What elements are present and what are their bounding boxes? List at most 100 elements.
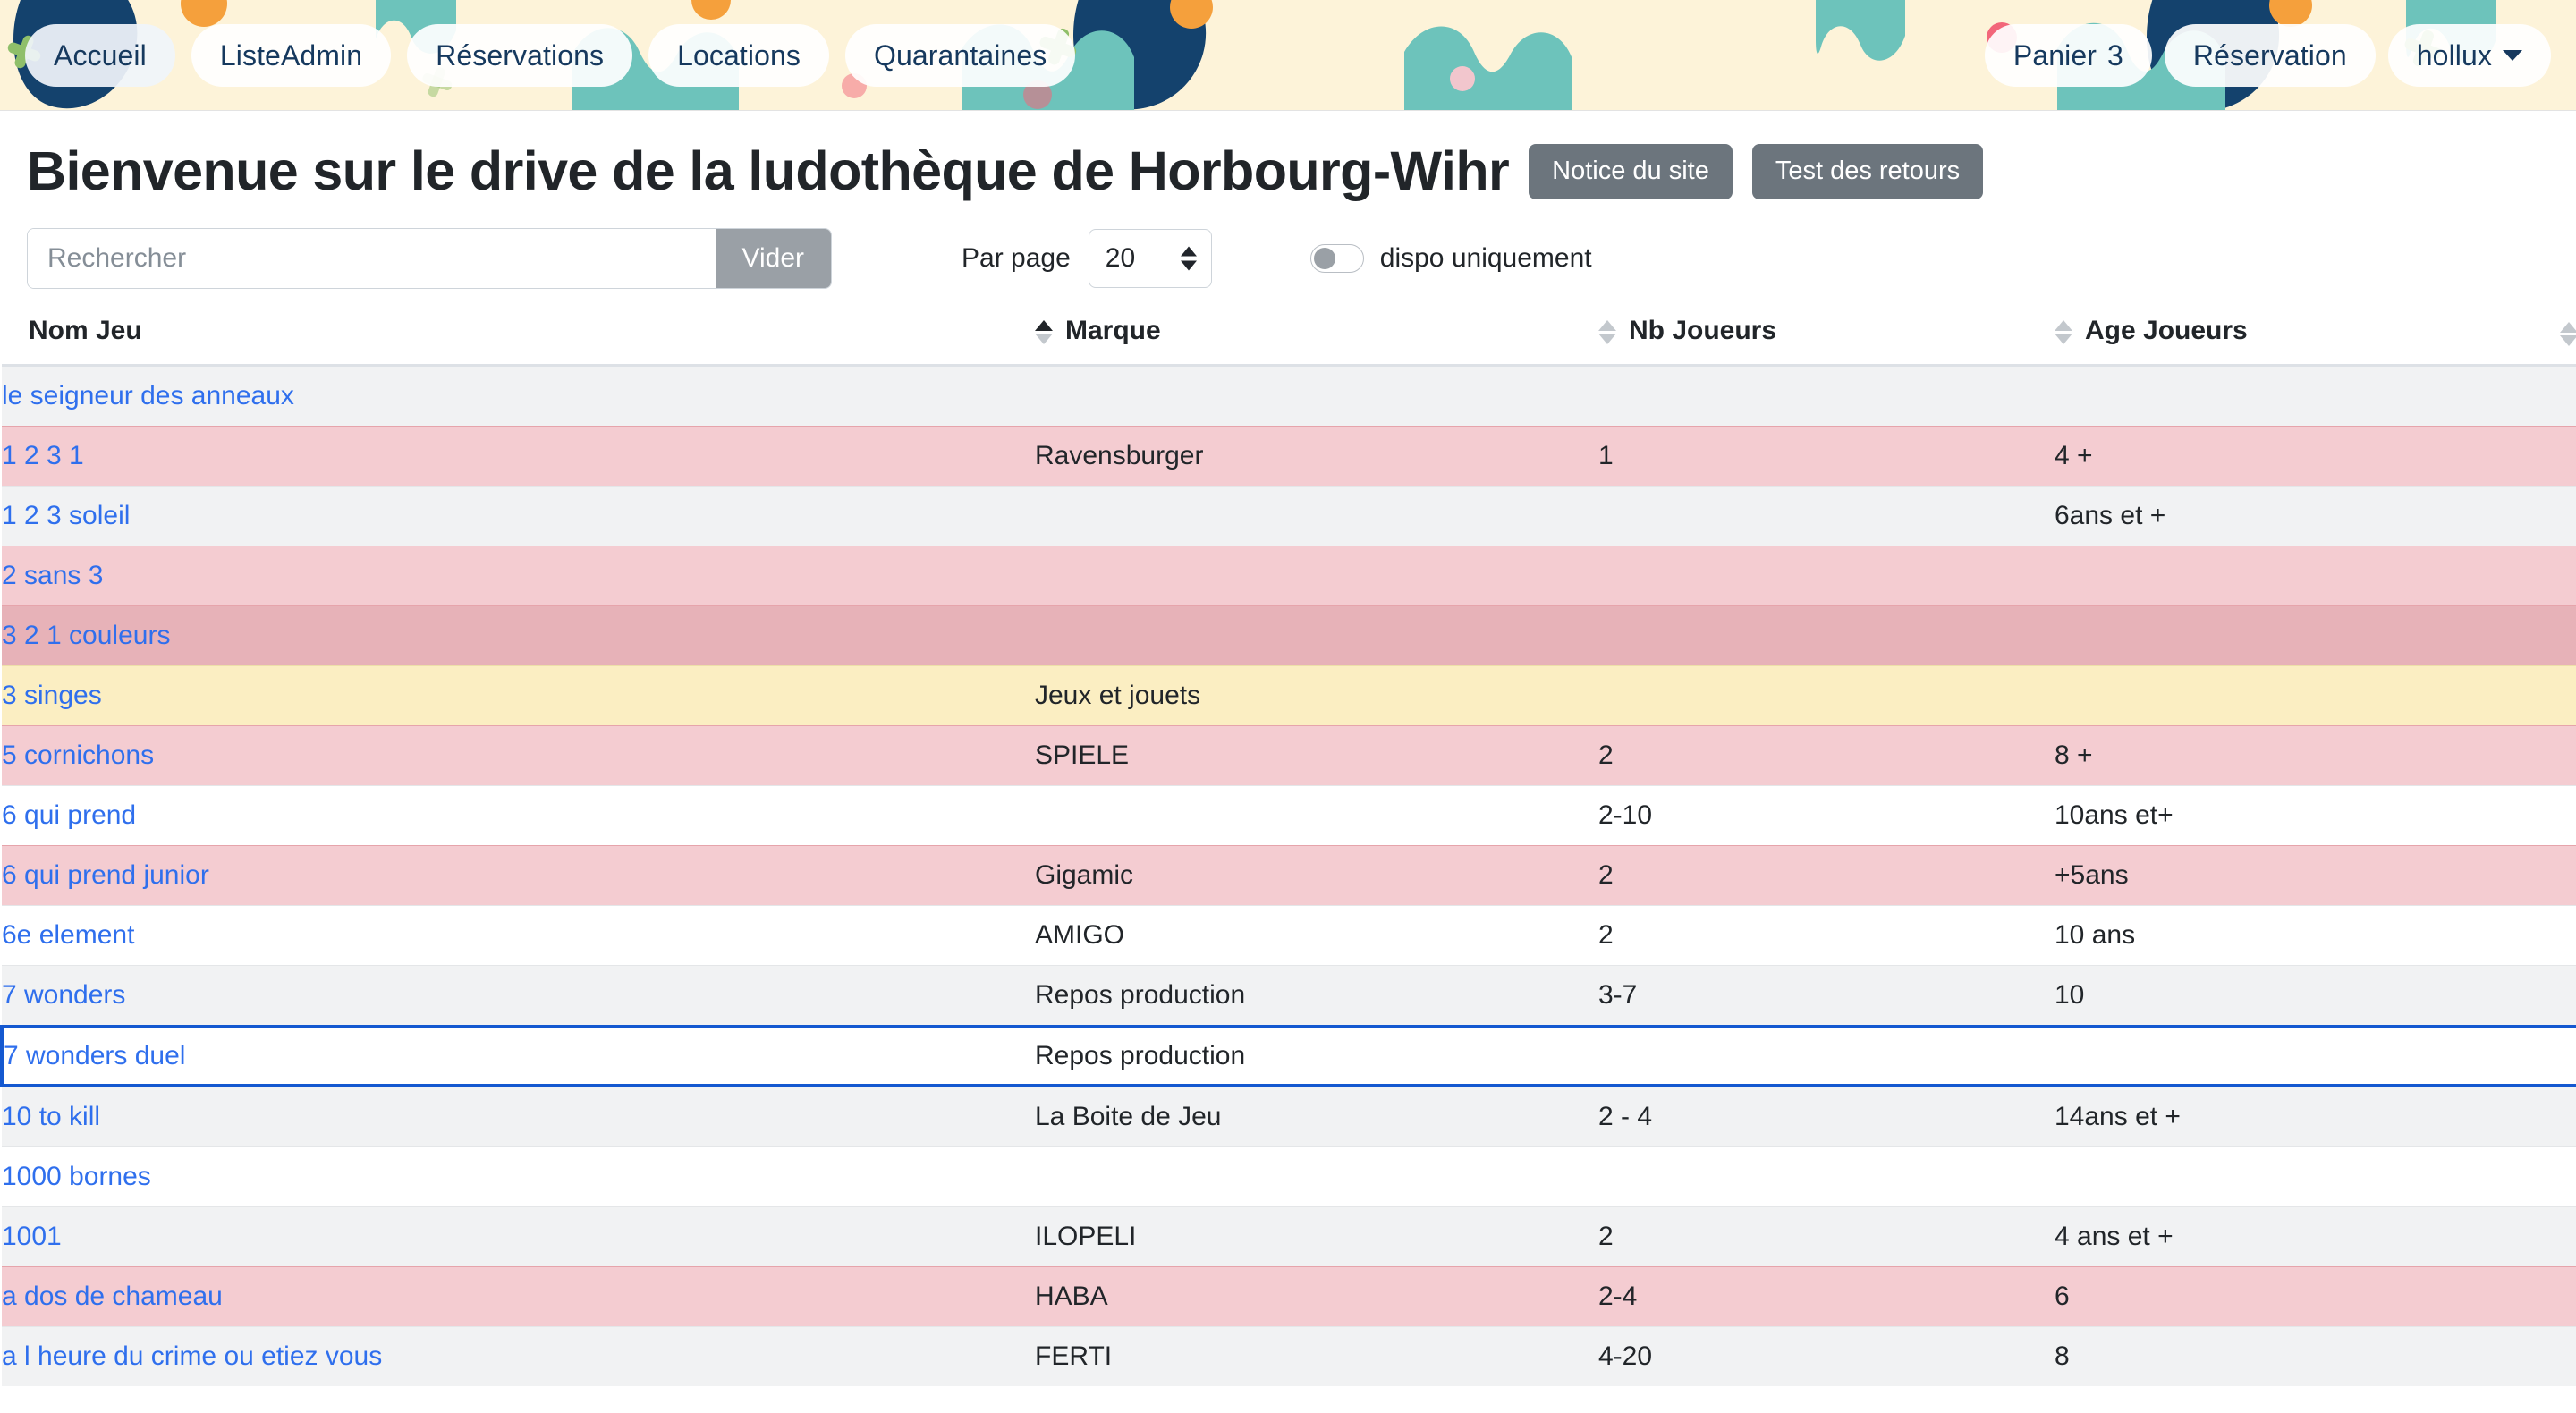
nav-link-locations[interactable]: Locations — [648, 24, 829, 87]
game-detail-link[interactable]: 6e element — [2, 920, 134, 950]
table-row[interactable]: 1001 ILOPELI 2 4 ans et + — [2, 1206, 2576, 1267]
cell-age-joueurs: +5ans — [2055, 845, 2529, 906]
game-detail-link[interactable]: 1000 bornes — [2, 1162, 151, 1191]
game-detail-link[interactable]: a dos de chameau — [2, 1282, 223, 1311]
game-detail-link[interactable]: 3 singes — [2, 681, 102, 710]
cell-nom-jeu: a l heure du crime ou etiez vous — [2, 1326, 1035, 1387]
search-group: Vider — [27, 228, 832, 290]
game-detail-link[interactable]: 3 2 1 couleurs — [2, 621, 170, 650]
nav-user-menu-label: hollux — [2416, 39, 2492, 72]
game-detail-link[interactable]: 5 cornichons — [2, 740, 154, 770]
cell-extra — [2529, 605, 2576, 666]
sort-icon-extra[interactable] — [2560, 322, 2576, 347]
game-detail-link[interactable]: 1 2 3 1 — [2, 441, 84, 470]
games-table-head: Nom Jeu Marque Nb Joueurs Age Joueurs — [2, 305, 2576, 368]
table-row[interactable]: 1 2 3 soleil 6ans et + — [2, 486, 2576, 546]
table-row[interactable]: a dos de chameau HABA 2-4 6 — [2, 1266, 2576, 1327]
column-header-nb-joueurs[interactable]: Nb Joueurs — [1598, 305, 2055, 368]
nav-link-reservations[interactable]: Réservations — [407, 24, 633, 87]
page-title: Bienvenue sur le drive de la ludothèque … — [27, 140, 1510, 201]
table-row[interactable]: 7 wonders duel Repos production — [0, 1025, 2576, 1088]
cell-extra — [2529, 1326, 2576, 1387]
nav-link-reservation-label: Réservation — [2192, 39, 2347, 72]
column-header-marque[interactable]: Marque — [1035, 305, 1598, 368]
cell-nb-joueurs: 1 — [1598, 426, 2055, 487]
column-header-nom-jeu[interactable]: Nom Jeu — [2, 305, 1035, 368]
table-row[interactable]: 1 2 3 1 Ravensburger 1 4 + — [2, 426, 2576, 487]
cell-nom-jeu: 3 2 1 couleurs — [2, 605, 1035, 666]
table-row[interactable]: 3 singes Jeux et jouets — [2, 665, 2576, 726]
test-des-retours-button[interactable]: Test des retours — [1751, 143, 1984, 199]
cell-extra — [2529, 965, 2576, 1028]
cell-age-joueurs — [2055, 546, 2529, 606]
table-row[interactable]: 3 2 1 couleurs — [2, 605, 2576, 666]
table-row[interactable]: 10 to kill La Boite de Jeu 2 - 4 14ans et + — [2, 1085, 2576, 1147]
game-detail-link[interactable]: 1 2 3 soleil — [2, 501, 130, 530]
cell-extra — [2529, 1025, 2576, 1088]
cell-age-joueurs — [2055, 605, 2529, 666]
column-header-age-joueurs[interactable]: Age Joueurs — [2055, 305, 2529, 368]
nav-link-locations-label: Locations — [677, 39, 801, 72]
cell-age-joueurs: 10 ans — [2055, 905, 2529, 966]
cell-nom-jeu: 1000 bornes — [2, 1146, 1035, 1207]
game-detail-link[interactable]: 6 qui prend junior — [2, 860, 209, 890]
cell-nb-joueurs: 3-7 — [1598, 965, 2055, 1028]
nav-link-quarantaines[interactable]: Quarantaines — [845, 24, 1076, 87]
per-page-label: Par page — [962, 243, 1071, 274]
table-row[interactable]: 7 wonders Repos production 3-7 10 — [2, 965, 2576, 1028]
table-row[interactable]: 6e element AMIGO 2 10 ans — [2, 905, 2576, 966]
top-navbar: Accueil ListeAdmin Réservations Location… — [0, 0, 2576, 111]
cell-marque: Ravensburger — [1035, 426, 1598, 487]
games-table: Nom Jeu Marque Nb Joueurs Age Joueurs le… — [0, 305, 2576, 1387]
cell-marque: ILOPELI — [1035, 1206, 1598, 1267]
table-row[interactable]: a l heure du crime ou etiez vous FERTI 4-2… — [2, 1326, 2576, 1387]
column-header-age-joueurs-label: Age Joueurs — [2085, 316, 2248, 346]
game-detail-link[interactable]: le seigneur des anneaux — [2, 381, 294, 410]
notice-du-site-button[interactable]: Notice du site — [1529, 143, 1733, 199]
nav-link-reservation[interactable]: Réservation — [2164, 24, 2376, 87]
search-input[interactable] — [28, 229, 716, 289]
game-detail-link[interactable]: a l heure du crime ou etiez vous — [2, 1341, 382, 1371]
nav-link-accueil[interactable]: Accueil — [25, 24, 175, 87]
table-row[interactable]: 6 qui prend junior Gigamic 2 +5ans — [2, 845, 2576, 906]
cell-marque — [1035, 605, 1598, 666]
table-row[interactable]: 2 sans 3 — [2, 546, 2576, 606]
game-detail-link[interactable]: 2 sans 3 — [2, 561, 103, 590]
nav-link-panier[interactable]: Panier 3 — [1984, 24, 2152, 87]
game-detail-link[interactable]: 6 qui prend — [2, 800, 136, 830]
game-detail-link[interactable]: 1001 — [2, 1222, 62, 1251]
per-page-select[interactable]: 20 — [1088, 229, 1212, 289]
cell-nom-jeu: 3 singes — [2, 665, 1035, 726]
column-header-nom-jeu-label: Nom Jeu — [29, 316, 142, 346]
nav-user-menu[interactable]: hollux — [2387, 24, 2551, 87]
cell-nom-jeu: 10 to kill — [2, 1085, 1035, 1147]
clear-search-button[interactable]: Vider — [715, 229, 831, 289]
game-detail-link[interactable]: 10 to kill — [2, 1102, 100, 1131]
sort-icon-age-joueurs[interactable] — [2055, 319, 2072, 344]
cell-extra — [2529, 546, 2576, 606]
cell-nb-joueurs: 2-10 — [1598, 785, 2055, 846]
table-row[interactable]: 1000 bornes — [2, 1146, 2576, 1207]
sort-icon-nb-joueurs[interactable] — [1598, 319, 1616, 344]
table-row[interactable]: 5 cornichons SPIELE 2 8 + — [2, 725, 2576, 786]
cell-nb-joueurs — [1598, 605, 2055, 666]
cell-nom-jeu: 6e element — [2, 905, 1035, 966]
table-row[interactable]: le seigneur des anneaux — [2, 365, 2576, 427]
cell-marque: Jeux et jouets — [1035, 665, 1598, 726]
sort-icon-marque[interactable] — [1035, 319, 1053, 344]
cell-nb-joueurs: 2 — [1598, 725, 2055, 786]
game-detail-link[interactable]: 7 wonders duel — [4, 1041, 185, 1070]
cell-nom-jeu: a dos de chameau — [2, 1266, 1035, 1327]
cell-age-joueurs: 4 ans et + — [2055, 1206, 2529, 1267]
nav-link-listeadmin[interactable]: ListeAdmin — [191, 24, 392, 87]
cell-marque: La Boite de Jeu — [1035, 1085, 1598, 1147]
stepper-arrows-icon[interactable] — [1180, 246, 1197, 271]
games-table-header-row: Nom Jeu Marque Nb Joueurs Age Joueurs — [2, 305, 2576, 368]
cell-nb-joueurs — [1598, 1146, 2055, 1207]
table-row[interactable]: 6 qui prend 2-10 10ans et+ — [2, 785, 2576, 846]
toggle-knob — [1313, 248, 1335, 270]
cell-age-joueurs: 8 — [2055, 1326, 2529, 1387]
dispo-uniquement-toggle[interactable] — [1309, 244, 1364, 274]
game-detail-link[interactable]: 7 wonders — [2, 980, 125, 1010]
column-header-extra[interactable] — [2529, 305, 2576, 368]
